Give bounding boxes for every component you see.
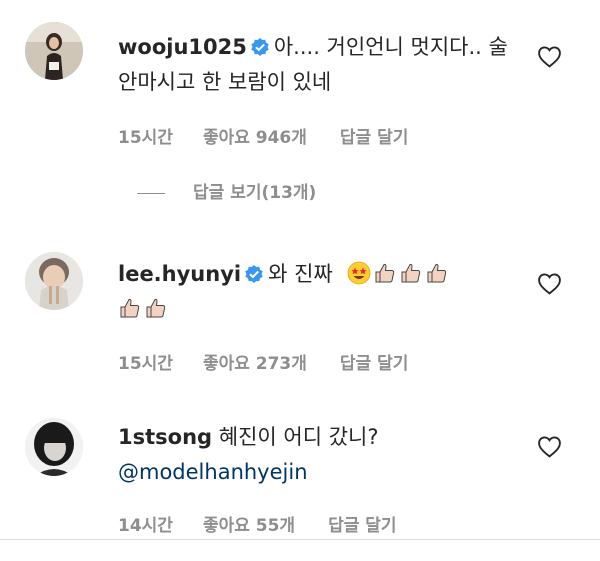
avatar[interactable] xyxy=(25,252,83,310)
avatar[interactable] xyxy=(25,22,83,80)
thumbs-up-emoji xyxy=(401,263,421,283)
reply-button[interactable]: 답글 달기 xyxy=(340,123,408,148)
likes-count[interactable]: 좋아요 273개 xyxy=(203,349,307,374)
username[interactable]: 1stsong xyxy=(118,425,212,449)
star-struck-emoji xyxy=(348,261,371,285)
avatar[interactable] xyxy=(25,418,83,476)
heart-outline-icon[interactable] xyxy=(537,272,562,295)
comment-meta: 14시간 좋아요 55개 답글 달기 xyxy=(118,511,397,536)
username[interactable]: wooju1025 xyxy=(118,35,247,59)
comment-time[interactable]: 15시간 xyxy=(118,349,173,374)
comment-meta: 15시간 좋아요 946개 답글 달기 xyxy=(118,123,408,148)
bottom-divider xyxy=(0,539,600,540)
view-replies-button[interactable]: 답글 보기(13개) xyxy=(137,178,316,203)
likes-count[interactable]: 좋아요 55개 xyxy=(203,511,295,536)
thumbs-up-emoji xyxy=(120,298,140,318)
comment-text-block: lee.hyunyi 와 진짜 xyxy=(118,257,523,327)
verified-badge-icon xyxy=(251,38,269,56)
comment-time[interactable]: 14시간 xyxy=(118,511,173,536)
comment-text: 와 진짜 xyxy=(268,262,333,286)
reply-button[interactable]: 답글 달기 xyxy=(340,349,408,374)
thumbs-up-emoji xyxy=(375,263,395,283)
comment-text: 혜진이 어디 갔니? xyxy=(218,425,379,449)
thumbs-up-emoji xyxy=(427,263,447,283)
reply-button[interactable]: 답글 달기 xyxy=(328,511,396,536)
divider-line xyxy=(137,192,165,194)
heart-outline-icon[interactable] xyxy=(537,45,562,68)
comment-time[interactable]: 15시간 xyxy=(118,123,173,148)
thumbs-up-emoji xyxy=(146,298,166,318)
heart-outline-icon[interactable] xyxy=(537,435,562,458)
verified-badge-icon xyxy=(245,265,263,283)
comments-panel: wooju1025 아.... 거인언니 멋지다.. 술 안마시고 한 보람이 있… xyxy=(0,0,600,561)
comment-text-block: 1stsong 혜진이 어디 갔니? @modelhanhyejin xyxy=(118,420,523,490)
comment-meta: 15시간 좋아요 273개 답글 달기 xyxy=(118,349,408,374)
view-replies-label: 답글 보기(13개) xyxy=(193,183,317,203)
likes-count[interactable]: 좋아요 946개 xyxy=(203,123,307,148)
mention-link[interactable]: @modelhanhyejin xyxy=(118,460,308,484)
comment-text-block: wooju1025 아.... 거인언니 멋지다.. 술 안마시고 한 보람이 있… xyxy=(118,30,523,100)
username[interactable]: lee.hyunyi xyxy=(118,262,241,286)
